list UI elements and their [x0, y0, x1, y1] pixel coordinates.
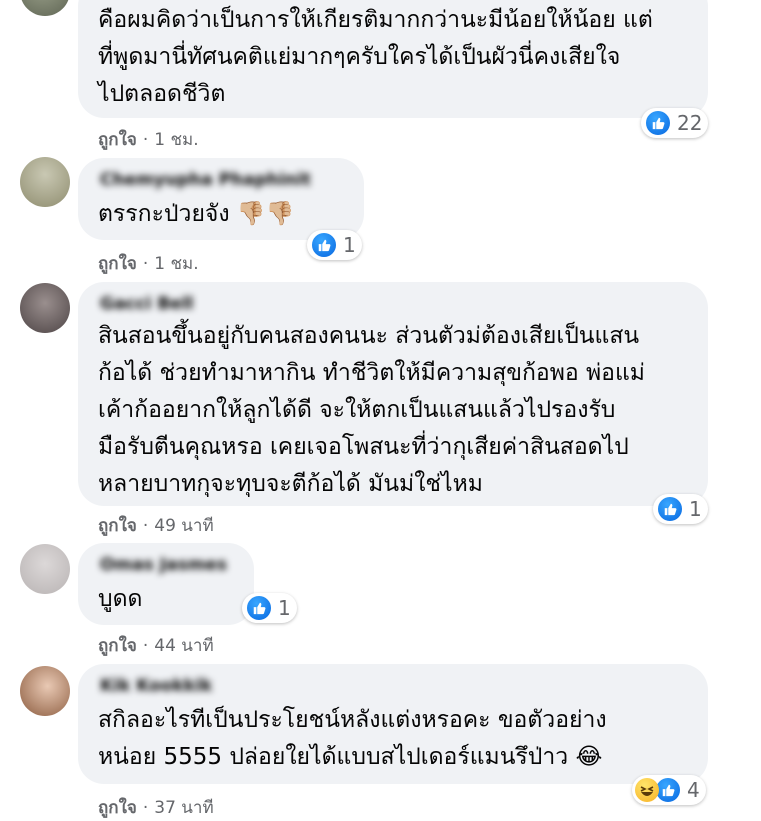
like-icon [656, 495, 684, 523]
like-link[interactable]: ถูกใจ [98, 130, 137, 150]
comment-text: สกิลอะไรทีเป็นประโยชน์หลังแต่งหรอคะ ขอตั… [98, 707, 607, 770]
reaction-badge[interactable]: 1 [242, 593, 297, 623]
timestamp[interactable]: 37 นาที [154, 798, 213, 818]
timestamp[interactable]: 1 ชม. [154, 254, 198, 274]
reaction-count: 1 [343, 233, 356, 257]
avatar[interactable] [20, 544, 70, 594]
timestamp[interactable]: 49 นาที [154, 516, 213, 536]
separator: · [142, 130, 149, 150]
reaction-badge[interactable]: 1 [653, 494, 708, 524]
like-link[interactable]: ถูกใจ [98, 636, 137, 656]
timestamp[interactable]: 1 ชม. [154, 130, 198, 150]
comment-bubble: Gacci Bell สินสอนขึ้นอยู่กับคนสองคนนะ ส่… [78, 282, 708, 506]
comment-actions: ถูกใจ · 1 ชม. [98, 126, 199, 153]
comment-actions: ถูกใจ · 1 ชม. [98, 250, 199, 277]
reaction-count: 4 [687, 778, 700, 802]
comment-text: คือผมคิดว่าเป็นการให้เกียรติมากกว่านะมีน… [98, 7, 653, 107]
avatar[interactable] [20, 157, 70, 207]
comment-text: ตรรกะป่วยจัง 👎🏼👎🏼 [98, 201, 295, 227]
timestamp[interactable]: 44 นาที [154, 636, 213, 656]
separator: · [142, 798, 149, 818]
comment-text: สินสอนขึ้นอยู่กับคนสองคนนะ ส่วนตัวม่ต้อง… [98, 323, 645, 497]
separator: · [142, 516, 149, 536]
like-icon [245, 594, 273, 622]
reaction-count: 1 [278, 596, 291, 620]
reaction-badge[interactable]: 22 [641, 108, 709, 138]
haha-icon [635, 778, 659, 802]
comment-text: บูดด [98, 586, 143, 612]
comment-actions: ถูกใจ · 49 นาที [98, 512, 214, 539]
separator: · [142, 254, 149, 274]
comment-bubble: Omas Jasmes บูดด [78, 543, 254, 625]
reaction-badge[interactable]: 1 [307, 230, 362, 260]
separator: · [142, 636, 149, 656]
like-link[interactable]: ถูกใจ [98, 516, 137, 536]
like-icon [644, 109, 672, 137]
like-link[interactable]: ถูกใจ [98, 798, 137, 818]
comment-author[interactable]: Omas Jasmes [100, 555, 227, 575]
comment-author[interactable]: Gacci Bell [100, 294, 193, 314]
like-icon [310, 231, 338, 259]
comment-actions: ถูกใจ · 37 นาที [98, 794, 214, 821]
avatar[interactable] [20, 283, 70, 333]
comment-bubble: Chemyupha Phaphinit ตรรกะป่วยจัง 👎🏼👎🏼 [78, 158, 364, 240]
reaction-badge[interactable]: 4 [632, 775, 706, 805]
comment-bubble: Kik Kookkik สกิลอะไรทีเป็นประโยชน์หลังแต… [78, 664, 708, 784]
comment-author[interactable]: Kik Kookkik [100, 676, 212, 696]
reaction-count: 22 [677, 111, 703, 135]
comment-bubble: คือผมคิดว่าเป็นการให้เกียรติมากกว่านะมีน… [78, 0, 708, 118]
reaction-count: 1 [689, 497, 702, 521]
comment-author[interactable]: Chemyupha Phaphinit [100, 170, 311, 190]
comment-actions: ถูกใจ · 44 นาที [98, 632, 214, 659]
avatar[interactable] [20, 666, 70, 716]
like-link[interactable]: ถูกใจ [98, 254, 137, 274]
avatar[interactable] [20, 0, 70, 16]
